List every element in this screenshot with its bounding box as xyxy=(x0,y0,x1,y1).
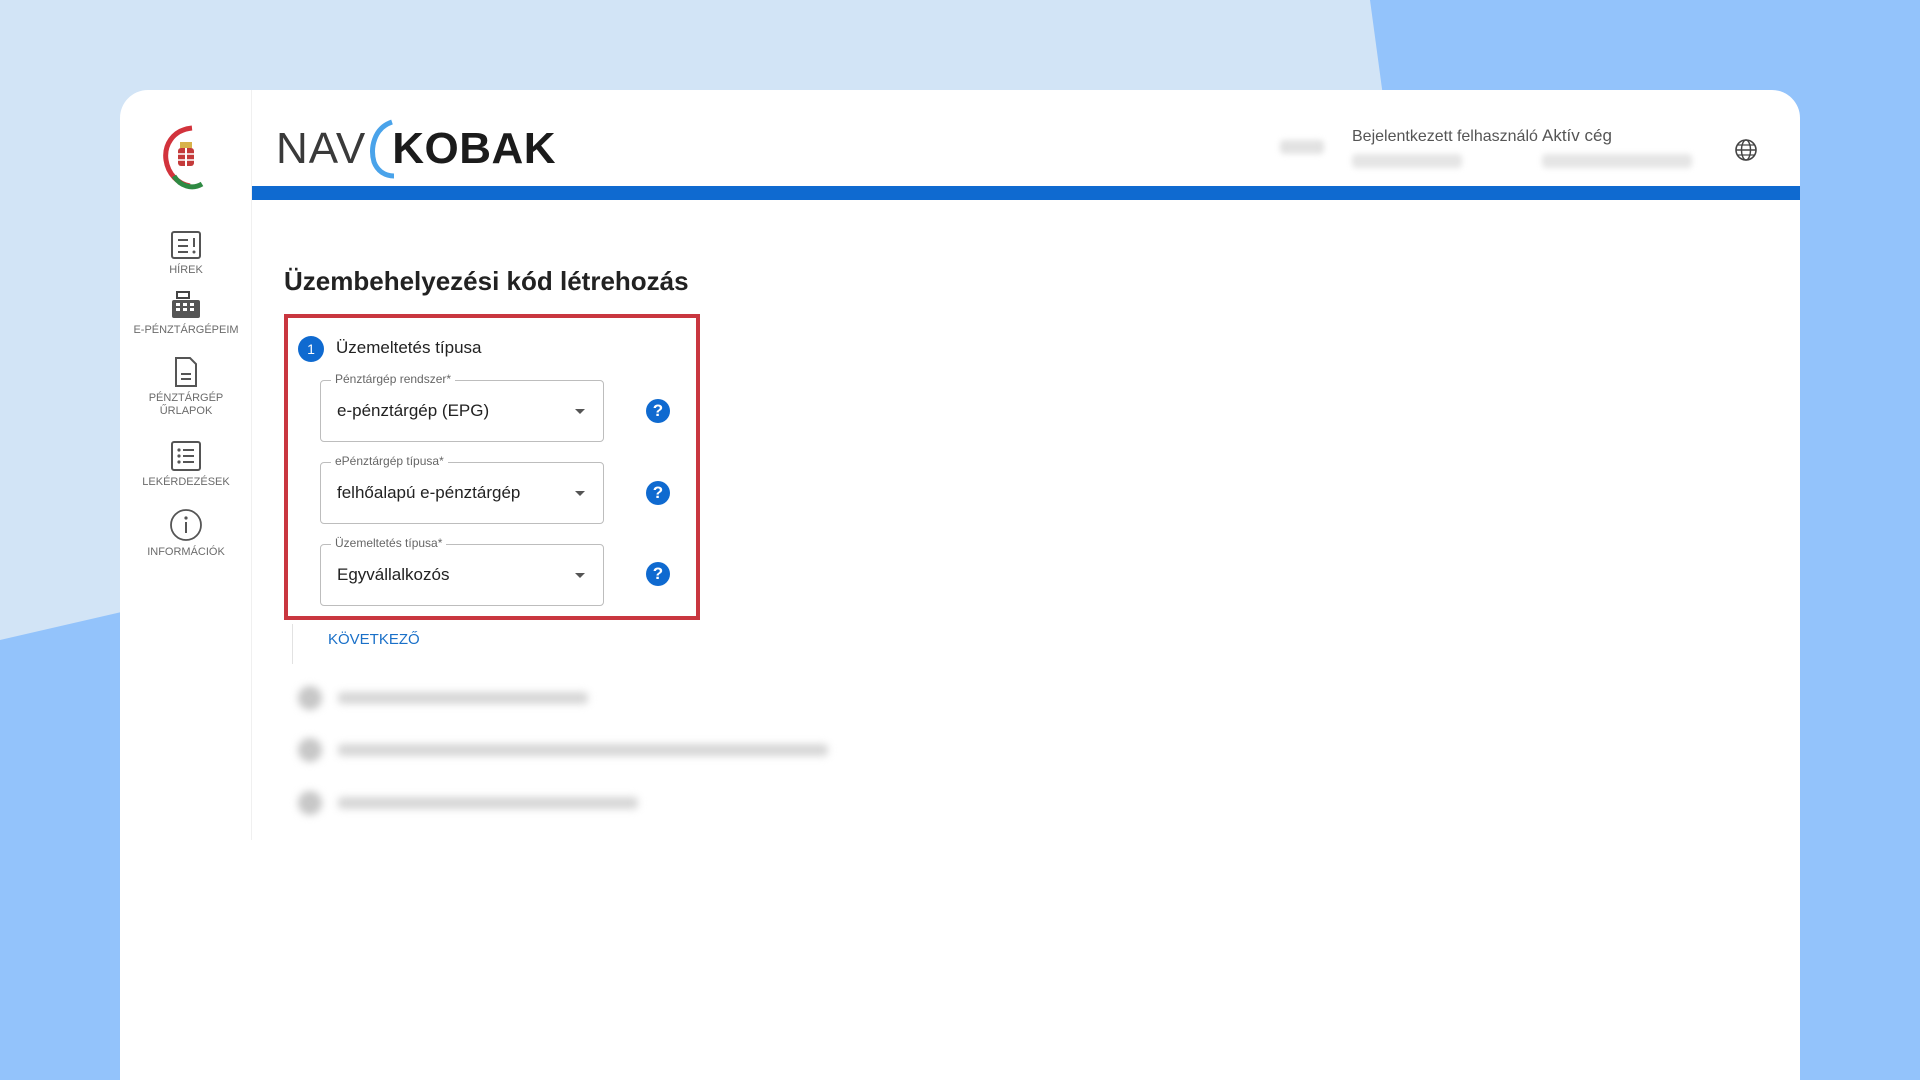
step-number-badge: 1 xyxy=(298,336,324,362)
sidebar-item-label: E-PÉNZTÁRGÉPEIM xyxy=(133,324,239,336)
field-value: felhőalapú e-pénztárgép xyxy=(337,483,521,502)
app-window: HÍREK E-PÉNZTÁRGÉPEIM PÉNZTÁRGÉP ŰRLAPOK… xyxy=(120,90,1800,1080)
brand-prefix: NAV xyxy=(276,124,367,173)
page-title: Üzembehelyezési kód létrehozás xyxy=(284,266,689,296)
help-icon[interactable]: ? xyxy=(646,399,670,423)
header: NAV KOBAK Bejelentkezett felhasználó Akt… xyxy=(252,90,1800,200)
list-icon xyxy=(171,441,201,471)
header-accent-bar xyxy=(252,186,1800,200)
sidebar-item-lekerdezesek[interactable]: LEKÉRDEZÉSEK xyxy=(120,440,252,489)
next-button[interactable]: KÖVETKEZŐ xyxy=(328,631,420,648)
penztargep-rendszer-select[interactable]: Pénztárgép rendszer* e-pénztárgép (EPG) xyxy=(320,372,604,442)
field-label: Üzemeltetés típusa* xyxy=(331,536,447,550)
sidebar-item-label: INFORMÁCIÓK xyxy=(147,546,225,558)
hungarian-crest-logo xyxy=(163,125,204,190)
redacted-step-badge xyxy=(298,791,322,815)
sidebar-item-penztargep-urlapok[interactable]: PÉNZTÁRGÉP ŰRLAPOK xyxy=(120,356,252,418)
sidebar-item-e-penztargepeim[interactable]: E-PÉNZTÁRGÉPEIM xyxy=(120,290,252,337)
step-title: Üzemeltetés típusa xyxy=(336,338,482,357)
redacted-step-label xyxy=(338,692,588,704)
redacted-step-label xyxy=(338,744,828,756)
redacted-step-badge xyxy=(298,738,322,762)
dropdown-arrow-icon xyxy=(575,491,585,496)
news-icon xyxy=(171,231,201,259)
info-icon xyxy=(170,509,202,541)
redacted-step xyxy=(298,791,668,815)
redacted-step-label xyxy=(338,797,638,809)
redacted-step xyxy=(298,738,858,762)
sidebar-item-label: LEKÉRDEZÉSEK xyxy=(142,476,230,488)
brand-arc-icon xyxy=(370,119,395,179)
redacted-step xyxy=(298,686,618,710)
epenztargep-tipusa-select[interactable]: ePénztárgép típusa* felhőalapú e-pénztár… xyxy=(320,454,604,524)
language-globe-icon[interactable] xyxy=(1734,138,1758,162)
active-company-value-redacted xyxy=(1542,154,1692,168)
field-label: Pénztárgép rendszer* xyxy=(331,372,456,386)
sidebar-item-informaciok[interactable]: INFORMÁCIÓK xyxy=(120,508,252,559)
header-redacted-text xyxy=(1280,140,1324,154)
document-icon xyxy=(175,357,197,387)
help-icon[interactable]: ? xyxy=(646,562,670,586)
stepper-connector-line xyxy=(292,624,293,664)
help-icon[interactable]: ? xyxy=(646,481,670,505)
cash-register-icon xyxy=(172,291,200,318)
uzemeltetes-tipusa-select[interactable]: Üzemeltetés típusa* Egyvállalkozós xyxy=(320,536,604,606)
logged-in-user-label: Bejelentkezett felhasználó xyxy=(1352,128,1538,145)
sidebar-item-label: PÉNZTÁRGÉP ŰRLAPOK xyxy=(148,392,224,417)
field-value: Egyvállalkozós xyxy=(337,565,450,584)
dropdown-arrow-icon xyxy=(575,573,585,578)
brand-logo: NAV KOBAK xyxy=(276,118,556,180)
logged-in-user-value-redacted xyxy=(1352,154,1462,168)
redacted-step-badge xyxy=(298,686,322,710)
field-value: e-pénztárgép (EPG) xyxy=(337,401,490,420)
sidebar-item-label: HÍREK xyxy=(169,264,203,276)
field-label: ePénztárgép típusa* xyxy=(331,454,448,468)
sidebar-item-hirek[interactable]: HÍREK xyxy=(120,230,252,277)
brand-name: KOBAK xyxy=(392,124,557,173)
dropdown-arrow-icon xyxy=(575,409,585,414)
active-company-label: Aktív cég xyxy=(1542,126,1612,145)
sidebar: HÍREK E-PÉNZTÁRGÉPEIM PÉNZTÁRGÉP ŰRLAPOK… xyxy=(120,90,252,840)
